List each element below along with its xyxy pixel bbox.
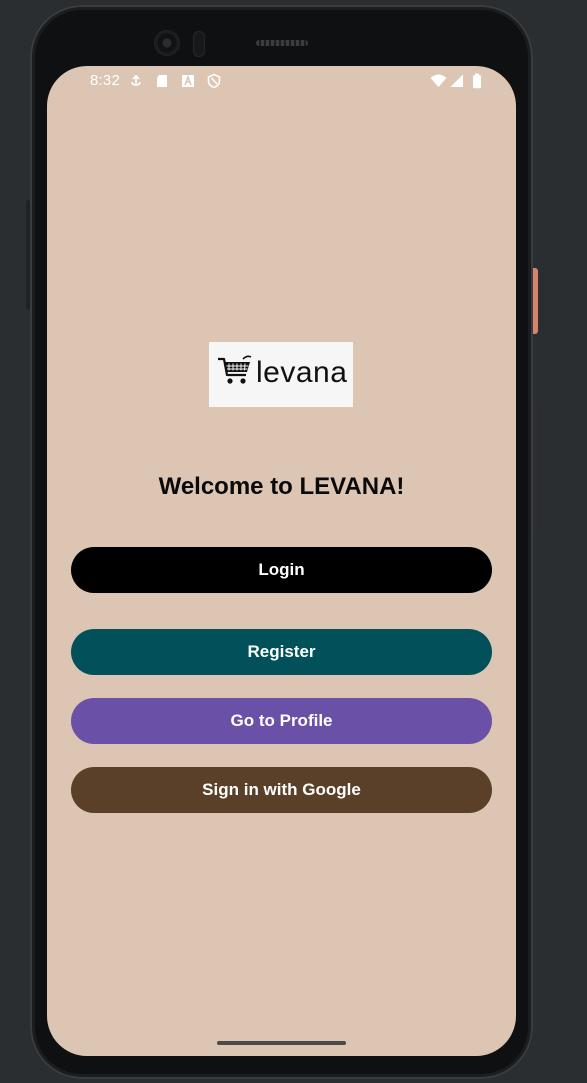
- register-button[interactable]: Register: [71, 629, 492, 675]
- front-camera-icon: [155, 31, 179, 55]
- earpiece-speaker: [256, 40, 308, 46]
- app-screen: 8:32 levana Welcome to LEVANA! Login Reg…: [47, 66, 516, 1056]
- logo-text: levana: [256, 356, 348, 389]
- battery-icon: [473, 73, 481, 89]
- login-button[interactable]: Login: [71, 547, 492, 593]
- power-button[interactable]: [533, 268, 538, 334]
- proximity-sensor: [193, 31, 205, 57]
- welcome-title: Welcome to LEVANA!: [158, 473, 405, 500]
- sd-card-icon: [157, 75, 167, 87]
- volume-button[interactable]: [533, 402, 537, 534]
- status-bar: 8:32: [47, 66, 516, 96]
- font-a-icon: [182, 74, 194, 87]
- sign-in-with-google-button[interactable]: Sign in with Google: [71, 767, 492, 813]
- usb-debug-icon: [131, 74, 141, 86]
- home-gesture-bar[interactable]: [217, 1041, 346, 1045]
- wifi-icon: [430, 74, 447, 87]
- shield-icon: [207, 73, 221, 89]
- status-time: 8:32: [90, 72, 120, 89]
- shopping-cart-icon: [218, 355, 252, 384]
- brand-logo: levana: [209, 342, 353, 407]
- cellular-signal-icon: [450, 74, 463, 87]
- go-to-profile-button[interactable]: Go to Profile: [71, 698, 492, 744]
